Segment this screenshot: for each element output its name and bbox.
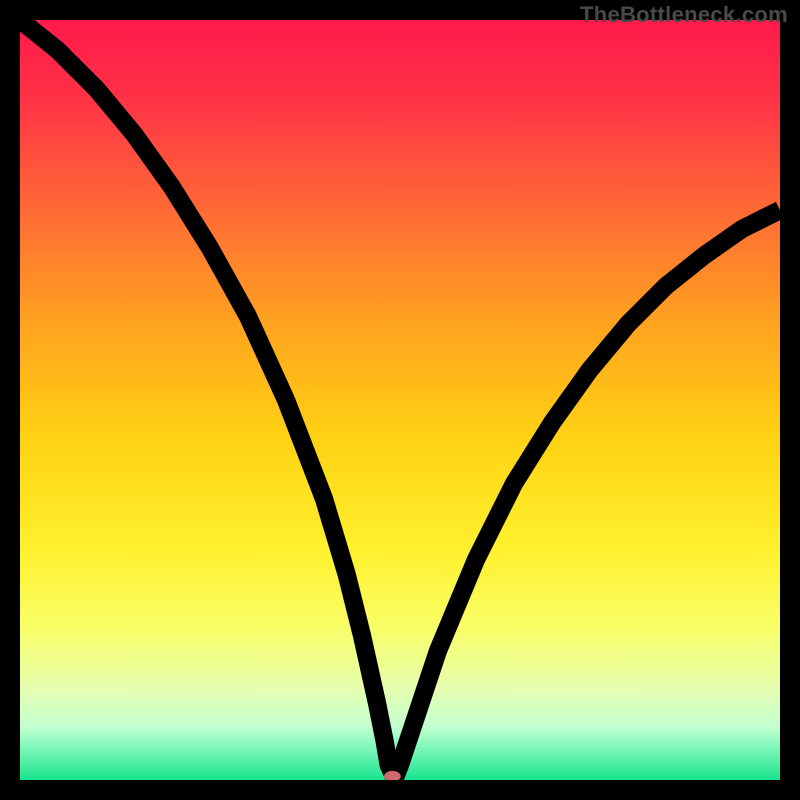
chart-frame: TheBottleneck.com <box>0 0 800 800</box>
plot-area <box>20 20 780 780</box>
watermark-text: TheBottleneck.com <box>580 2 788 28</box>
chart-svg <box>20 20 780 780</box>
